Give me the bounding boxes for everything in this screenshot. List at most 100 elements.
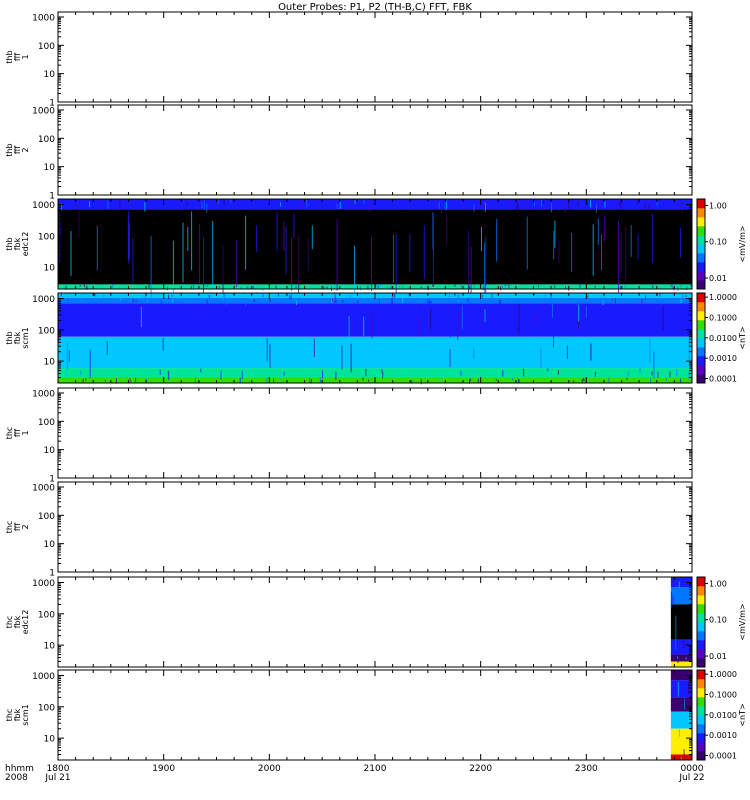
colorbar-segment <box>697 228 705 231</box>
spectral-band <box>670 745 692 755</box>
spectral-streak <box>592 224 594 276</box>
spectral-streak <box>348 316 350 345</box>
spectral-streak <box>577 200 579 207</box>
spectral-streak <box>394 305 396 318</box>
y-tick-label: 1000 <box>32 389 55 399</box>
colorbar-segment <box>697 241 705 245</box>
spectral-streak <box>319 377 321 383</box>
colorbar-segment <box>697 624 705 627</box>
spectral-streak <box>449 349 451 368</box>
spectrogram-thb-fbk-scm1 <box>58 293 692 385</box>
colorbar-segment <box>697 232 705 236</box>
spectral-streak <box>78 209 80 238</box>
y-tick-label: 10 <box>44 70 56 80</box>
spectral-streak <box>325 201 327 208</box>
colorbar-segment <box>697 308 705 312</box>
spectral-streak <box>594 285 596 288</box>
spectral-streak <box>190 285 192 289</box>
spectral-streak <box>113 294 115 299</box>
spectral-streak <box>306 200 308 208</box>
colorbar-segment <box>697 674 705 678</box>
spectral-streak <box>593 203 595 208</box>
colorbar-segment <box>697 724 705 727</box>
spectral-streak <box>458 293 460 298</box>
spectral-streak <box>554 285 556 288</box>
spectral-streak <box>150 293 152 297</box>
spectral-streak <box>449 294 451 298</box>
colorbar-segment <box>697 599 705 603</box>
x-tick-label: 2300 <box>575 764 598 774</box>
colorbar-segment <box>697 320 705 323</box>
colorbar-tick-label: 0.0001 <box>709 374 737 383</box>
spectral-streak <box>187 226 189 251</box>
spectral-streak <box>132 298 134 303</box>
spectral-streak <box>96 225 98 271</box>
colorbar-segment <box>697 619 705 623</box>
colorbar-segment <box>697 351 705 355</box>
spectral-streak <box>439 378 441 381</box>
spectral-streak <box>533 202 535 207</box>
panel-thc-fff-1: 1 10 100 1000 thc fff 1 <box>5 387 693 485</box>
spectral-streak <box>266 338 268 362</box>
colorbar-segment <box>697 642 705 645</box>
spectral-streak <box>657 371 659 378</box>
spectral-streak <box>571 232 573 273</box>
colorbar-segment <box>697 617 705 621</box>
colorbar-segment <box>697 221 705 225</box>
y-tick-label: 10 <box>44 735 56 745</box>
spectral-streak <box>684 698 685 710</box>
colorbar-segment <box>697 326 705 330</box>
spectral-streak <box>446 213 448 246</box>
spectral-streak <box>650 285 652 288</box>
colorbar-segment <box>697 210 705 213</box>
spectral-streak <box>114 345 116 366</box>
colorbar-segment <box>697 613 705 616</box>
spectral-streak <box>62 340 64 360</box>
spectral-streak <box>290 294 292 299</box>
spectral-streak <box>585 306 587 318</box>
spectral-streak <box>659 293 661 297</box>
spectral-streak <box>473 347 475 359</box>
colorbar-segment <box>697 735 705 738</box>
spectral-streak <box>670 284 672 287</box>
spectral-streak <box>499 299 501 304</box>
colorbar-segment <box>697 277 705 281</box>
spectral-streak <box>649 338 651 362</box>
colorbar-segment <box>697 360 705 364</box>
panel-frame <box>57 576 693 668</box>
spectral-streak <box>672 284 673 289</box>
spectral-streak <box>504 284 506 287</box>
spectral-streak <box>496 218 498 262</box>
spectral-streak <box>70 231 72 276</box>
spectral-streak <box>282 293 284 297</box>
spectral-streak <box>666 378 667 381</box>
y-tick-label: 100 <box>38 232 55 242</box>
y-tick-label: 10 <box>44 264 56 274</box>
colorbar-segment <box>697 302 705 305</box>
spectral-streak <box>226 300 228 305</box>
colorbar-tick-label: 0.1000 <box>709 690 737 699</box>
y-axis-title: thc fbk scm1 <box>5 704 30 725</box>
y-tick-label: 1000 <box>32 201 55 211</box>
spectral-streak <box>680 298 682 304</box>
colorbar-thc-fbk-scm1: 1.0000 0.1000 0.0100 0.0010 0.0001 <nT> <box>696 669 747 761</box>
colorbar-segment <box>697 662 705 666</box>
colorbar-segment <box>697 324 705 328</box>
colorbar-thc-fbk-edc12: 1.00 0.10 0.01 <mV/m> <box>696 576 747 668</box>
y-tick-label: 100 <box>38 326 55 336</box>
spectral-streak <box>584 379 586 383</box>
panel-frame <box>57 11 693 103</box>
spectral-streak <box>206 203 208 213</box>
colorbar-tick-label: 0.10 <box>709 238 727 247</box>
spectral-band <box>58 303 692 337</box>
colorbar-tick-label: 0.0100 <box>709 711 737 720</box>
colorbar-segment <box>697 311 705 314</box>
colorbar-label: <nT> <box>738 326 747 349</box>
colorbar-segment <box>697 588 705 591</box>
panel-frame <box>57 387 693 479</box>
spectral-streak <box>379 299 380 305</box>
spectral-streak <box>168 294 170 300</box>
spectral-streak <box>266 377 268 382</box>
spectral-streak <box>558 201 560 211</box>
spectral-streak <box>514 307 516 334</box>
